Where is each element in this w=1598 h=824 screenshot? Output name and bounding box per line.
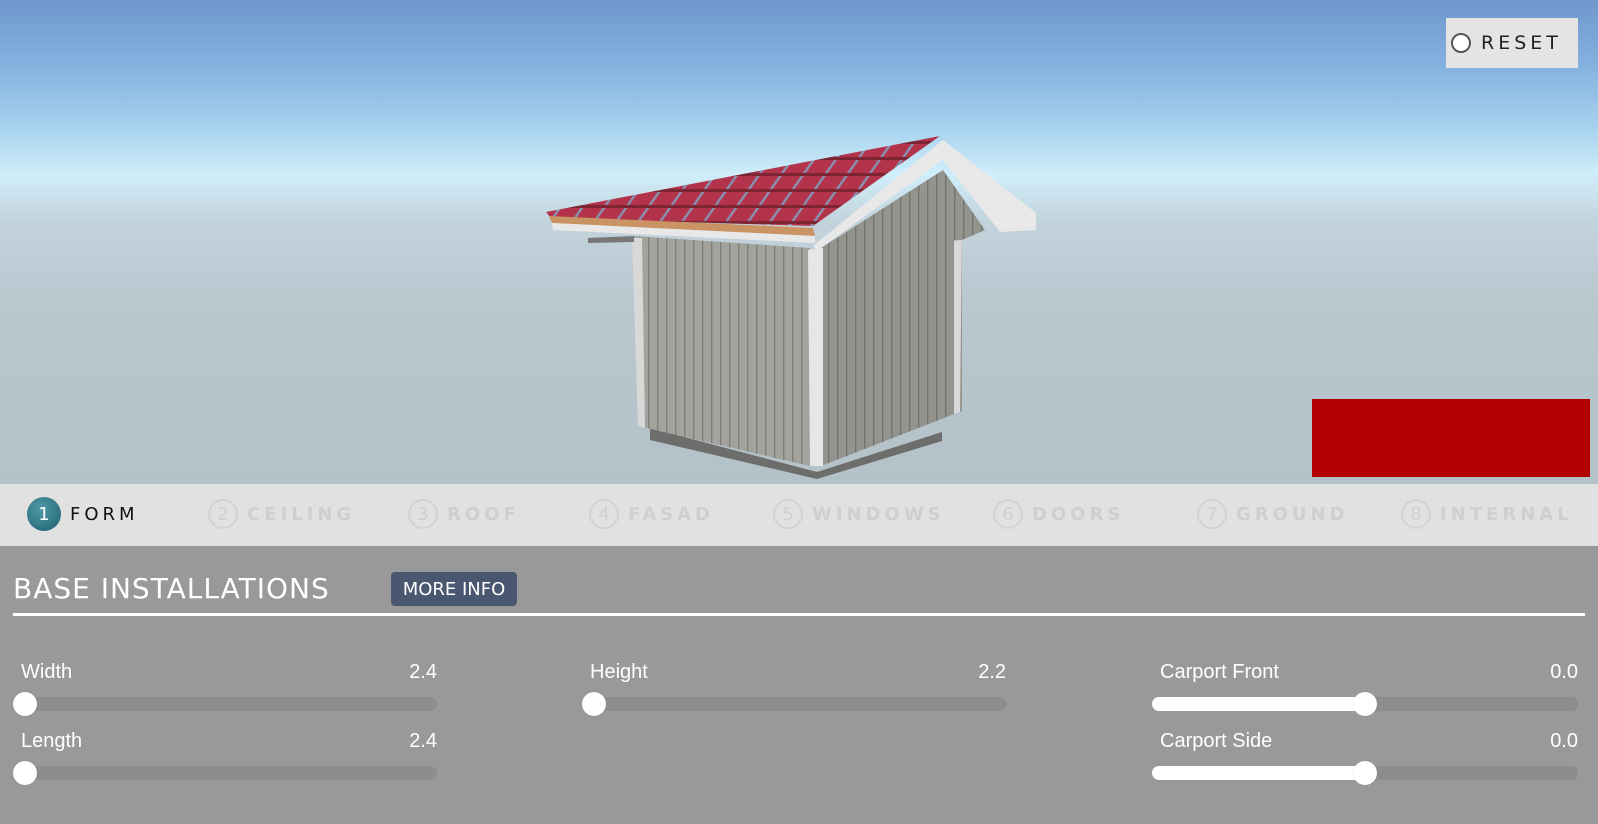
more-info-button[interactable]: MORE INFO xyxy=(391,572,517,606)
tab-ground[interactable]: 7 GROUND xyxy=(1197,497,1349,531)
tab-number: 2 xyxy=(208,499,238,529)
tab-label: CEILING xyxy=(247,503,356,525)
section-title: BASE INSTALLATIONS xyxy=(13,572,330,605)
eave-shadow xyxy=(588,236,634,243)
tab-label: ROOF xyxy=(447,503,520,525)
width-thumb[interactable] xyxy=(13,692,37,716)
carport-side-track[interactable] xyxy=(1152,761,1578,785)
3d-viewport[interactable]: RESET xyxy=(0,0,1598,484)
length-thumb[interactable] xyxy=(13,761,37,785)
section-divider xyxy=(13,613,1585,616)
carport-side-value: 0.0 xyxy=(1550,730,1578,752)
tab-windows[interactable]: 5 WINDOWS xyxy=(773,497,945,531)
tab-label: INTERNAL xyxy=(1440,503,1573,525)
tab-label: GROUND xyxy=(1236,503,1349,525)
carport-side-fill xyxy=(1152,766,1365,780)
carport-side-label: Carport Side xyxy=(1160,730,1273,752)
carport-front-track[interactable] xyxy=(1152,692,1578,716)
carport-front-label: Carport Front xyxy=(1160,661,1279,683)
width-label: Width xyxy=(21,661,73,683)
height-track[interactable] xyxy=(582,692,1006,716)
carport-front-value: 0.0 xyxy=(1550,661,1578,683)
tab-form[interactable]: 1 FORM xyxy=(27,497,139,531)
settings-panel: BASE INSTALLATIONS MORE INFO Width 2.4 L… xyxy=(0,546,1598,824)
tab-number: 8 xyxy=(1401,499,1431,529)
tab-number: 4 xyxy=(589,499,619,529)
height-thumb[interactable] xyxy=(582,692,606,716)
tab-label: FORM xyxy=(70,503,139,525)
tab-label: WINDOWS xyxy=(812,503,945,525)
tab-label: FASAD xyxy=(628,503,714,525)
width-track[interactable] xyxy=(13,692,437,716)
tab-label: DOORS xyxy=(1032,503,1125,525)
step-tabs: 1 FORM 2 CEILING 3 ROOF 4 FASAD 5 WINDOW… xyxy=(0,484,1598,546)
tab-doors[interactable]: 6 DOORS xyxy=(993,497,1124,531)
carport-front-thumb[interactable] xyxy=(1353,692,1377,716)
reset-label: RESET xyxy=(1481,32,1562,54)
tab-number: 6 xyxy=(993,499,1023,529)
reset-radio-icon xyxy=(1451,33,1471,53)
height-value: 2.2 xyxy=(978,661,1006,683)
color-overlay-panel xyxy=(1312,399,1590,477)
height-label: Height xyxy=(590,661,648,683)
reset-button[interactable]: RESET xyxy=(1446,18,1578,68)
tab-number: 7 xyxy=(1197,499,1227,529)
tab-internal[interactable]: 8 INTERNAL xyxy=(1401,497,1573,531)
tab-number: 5 xyxy=(773,499,803,529)
length-value: 2.4 xyxy=(409,730,437,752)
tab-number: 1 xyxy=(27,497,61,531)
carport-front-fill xyxy=(1152,697,1365,711)
tab-fasad[interactable]: 4 FASAD xyxy=(589,497,714,531)
tab-number: 3 xyxy=(408,499,438,529)
tab-ceiling[interactable]: 2 CEILING xyxy=(208,497,355,531)
length-label: Length xyxy=(21,730,83,752)
tab-roof[interactable]: 3 ROOF xyxy=(408,497,520,531)
corner-trim xyxy=(808,248,823,466)
carport-side-thumb[interactable] xyxy=(1353,761,1377,785)
width-value: 2.4 xyxy=(409,661,437,683)
length-track[interactable] xyxy=(13,761,437,785)
